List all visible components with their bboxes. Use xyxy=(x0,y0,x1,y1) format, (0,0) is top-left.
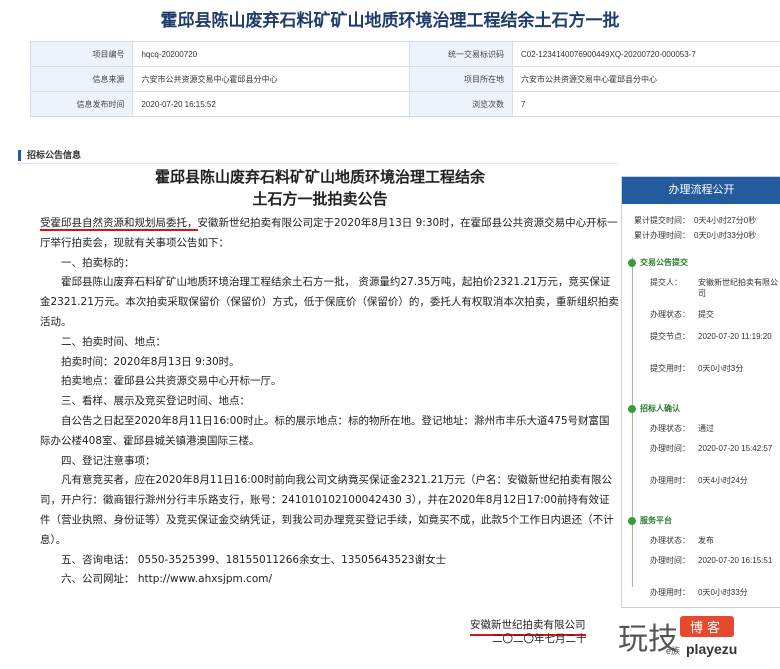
stage-item: 提交用时： 0天0小时3分 xyxy=(650,364,744,373)
paragraph: 拍卖地点：霍邱县公共资源交易中心开标一厅。 xyxy=(61,375,282,388)
stage-item: 办理时间： 2020-07-20 15:42:57 xyxy=(650,444,773,453)
section-divider xyxy=(18,163,618,164)
watermark-tiny: e族 xyxy=(666,646,681,656)
summary-row: 累计提交时间： 0天4小时27分0秒 xyxy=(634,215,756,226)
signature-date: 二〇二〇年七月二十 xyxy=(492,633,587,645)
info-value: C02-1234140076900449XQ-20200720-000053-7 xyxy=(511,41,780,67)
section-heading: 一、拍卖标的： xyxy=(61,256,135,269)
website-line: 六、公司网址： http://www.ahxsjpm.com/ xyxy=(61,573,273,586)
info-row: 信息发布时间 2020-07-20 16:15:52 浏览次数 7 xyxy=(29,91,780,117)
section-title: 招标公告信息 xyxy=(18,150,81,161)
stage-item: 提交人： 安徽新世纪拍卖有限公司 xyxy=(650,278,778,298)
info-row: 项目编号 hqcq-20200720 统一交易标识码 C02-123414007… xyxy=(29,41,780,67)
summary-label: 累计办理时间： xyxy=(634,231,690,240)
watermark-badge: 博客 xyxy=(680,616,735,637)
check-icon xyxy=(628,516,636,525)
summary-row: 累计办理时间： 0天0小时33分0秒 xyxy=(634,230,756,241)
contact-line: 五、咨询电话： 0550-3525399、18155011266余女士、1350… xyxy=(61,553,447,566)
stage-heading: 服务平台 xyxy=(628,515,672,526)
section-heading: 四、登记注意事项： xyxy=(61,454,156,467)
info-value: 六安市公共资源交易中心霍邱县分中心 xyxy=(511,66,780,92)
paragraph: 凡有意竞买者，应在2020年8月11日16:00时前向我公司文纳竟买保证金232… xyxy=(40,474,614,546)
paragraph: 霍邱县陈山废弃石料矿矿山地质环境治理工程结余土石方一批， 资源量约27.35万吨… xyxy=(40,276,619,328)
info-value: 2020-07-20 16:15:52 xyxy=(132,91,411,117)
announcement-body: 受霍邱县自然资源和规划局委托，安徽新世纪拍卖有限公司定于2020年8月13日 9… xyxy=(40,214,620,590)
project-info-table: 项目编号 hqcq-20200720 统一交易标识码 C02-123414007… xyxy=(29,41,780,117)
stage-item: 办理用时： 0天0小时33分 xyxy=(650,588,748,597)
info-label: 统一交易标识码 xyxy=(409,41,513,67)
stage-item: 提交节点： 2020-07-20 11:19:20 xyxy=(650,332,772,341)
highlighted-text: 受霍邱县自然资源和规划局委托， xyxy=(40,217,198,231)
stage-item: 办理状态： 提交 xyxy=(650,310,714,319)
stage-heading: 招标人确认 xyxy=(628,403,680,414)
info-value: 六安市公共资源交易中心霍邱县分中心 xyxy=(132,66,411,92)
timeline-line xyxy=(632,257,633,587)
check-icon xyxy=(628,258,636,267)
section-heading: 二、拍卖时间、地点： xyxy=(61,335,166,348)
process-panel: 办理流程公开 累计提交时间： 0天4小时27分0秒 累计办理时间： 0天0小时33分… xyxy=(621,176,780,608)
stage-item: 办理时间： 2020-07-20 16:15:51 xyxy=(650,556,773,565)
page-title: 霍邱县陈山废弃石料矿矿山地质环境治理工程结余土石方一批 xyxy=(160,11,620,30)
paragraph: 拍卖时间：2020年8月13日 9:30时。 xyxy=(61,355,240,368)
info-label: 浏览次数 xyxy=(409,91,513,117)
watermark: 玩技 博客 e族 playezu xyxy=(618,608,780,669)
announcement-title-line: 霍邱县陈山废弃石料矿矿山地质环境治理工程结余 xyxy=(154,168,485,186)
info-label: 项目编号 xyxy=(29,41,134,67)
watermark-url: playezu xyxy=(686,641,738,657)
check-icon xyxy=(628,404,636,413)
info-value: hqcq-20200720 xyxy=(132,41,411,67)
summary-label: 累计提交时间： xyxy=(634,216,690,225)
info-label: 项目所在地 xyxy=(409,66,513,92)
stage-heading: 交易公告提交 xyxy=(628,257,688,268)
summary-value: 0天0小时33分0秒 xyxy=(694,231,757,240)
stage-item: 办理用时： 0天4小时24分 xyxy=(650,476,748,485)
info-row: 信息来源 六安市公共资源交易中心霍邱县分中心 项目所在地 六安市公共资源交易中心… xyxy=(29,66,780,92)
section-heading: 三、看样、展示及竞买登记时间、地点： xyxy=(61,395,250,408)
stage-item: 办理状态： 发布 xyxy=(650,536,714,545)
info-label: 信息发布时间 xyxy=(29,91,134,117)
announcement-title-line: 土石方一批拍卖公告 xyxy=(252,190,388,208)
stage-item: 办理状态： 通过 xyxy=(650,424,714,433)
paragraph: 自公告之日起至2020年8月11日16:00时止。标的展示地点：标的物所在地。登… xyxy=(40,414,610,447)
panel-title: 办理流程公开 xyxy=(622,177,780,204)
summary-value: 0天4小时27分0秒 xyxy=(694,216,757,225)
announcement-title: 霍邱县陈山废弃石料矿矿山地质环境治理工程结余 土石方一批拍卖公告 xyxy=(40,166,600,210)
info-label: 信息来源 xyxy=(29,66,134,92)
info-value: 7 xyxy=(511,91,780,117)
